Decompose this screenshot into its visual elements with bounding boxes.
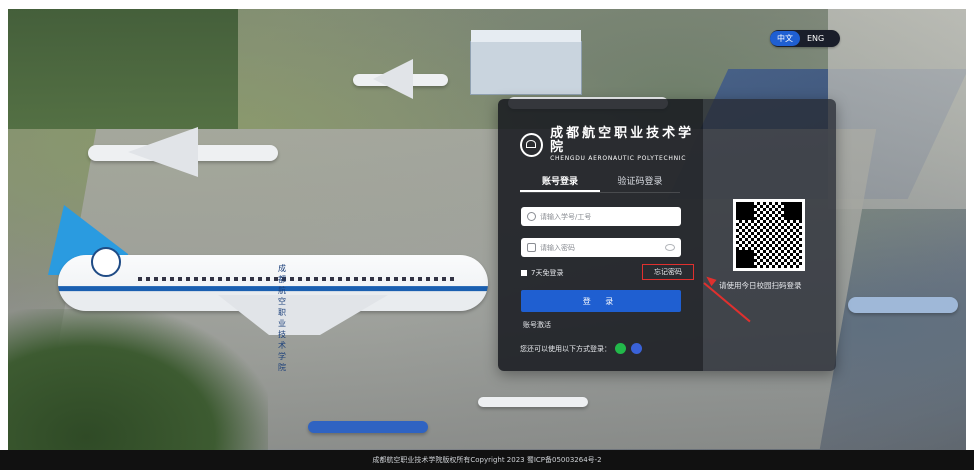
remember-label: 7天免登录: [531, 269, 564, 277]
username-placeholder: 请输入学号/工号: [540, 212, 592, 221]
lang-en-button[interactable]: ENG: [800, 32, 831, 45]
trees: [8, 9, 238, 129]
language-toggle[interactable]: 中文 ENG: [770, 30, 840, 47]
tail-emblem: [91, 247, 121, 277]
other-login-methods: 您还可以使用以下方式登录：: [520, 343, 642, 354]
school-logo: 成都航空职业技术学院 CHENGDU AERONAUTIC POLYTECHNI…: [520, 127, 703, 163]
school-name-cn: 成都航空职业技术学院: [550, 126, 695, 155]
hangar: [470, 30, 582, 95]
footer-copyright: 成都航空职业技术学院版权所有Copyright 2023 蜀ICP备050032…: [0, 450, 974, 470]
forgot-password-link[interactable]: 忘记密码: [642, 264, 694, 280]
school-name-en: CHENGDU AERONAUTIC POLYTECHNIC: [550, 155, 687, 162]
wechat-icon[interactable]: [615, 343, 626, 354]
qr-section: 请使用今日校园扫码登录: [703, 99, 836, 371]
qr-tip: 请使用今日校园扫码登录: [719, 281, 802, 290]
user-icon: [527, 212, 536, 221]
trees-bottom: [8, 309, 268, 462]
other-login-label: 您还可以使用以下方式登录：: [520, 344, 611, 353]
activate-account-link[interactable]: 账号激活: [523, 320, 551, 330]
login-form-section: 成都航空职业技术学院 CHENGDU AERONAUTIC POLYTECHNI…: [498, 99, 703, 371]
campus-app-icon[interactable]: [631, 343, 642, 354]
eye-icon[interactable]: [665, 244, 675, 251]
login-button[interactable]: 登 录: [521, 290, 681, 312]
password-input[interactable]: 请输入密码: [521, 238, 681, 257]
qr-code: [733, 199, 805, 271]
checkbox-box[interactable]: [521, 270, 527, 276]
tab-account-login[interactable]: 账号登录: [520, 174, 600, 192]
tab-code-login[interactable]: 验证码登录: [600, 174, 680, 192]
plane-livery-text: 成都航空职业技术学院: [278, 264, 287, 372]
lang-zh-button[interactable]: 中文: [770, 31, 800, 46]
school-emblem-icon: [520, 133, 544, 157]
remember-checkbox[interactable]: 7天免登录: [521, 268, 563, 278]
username-input[interactable]: 请输入学号/工号: [521, 207, 681, 226]
lock-icon: [527, 243, 536, 252]
login-tabs: 账号登录 验证码登录: [520, 174, 680, 193]
password-placeholder: 请输入密码: [540, 243, 575, 252]
login-panel: 成都航空职业技术学院 CHENGDU AERONAUTIC POLYTECHNI…: [498, 99, 836, 371]
